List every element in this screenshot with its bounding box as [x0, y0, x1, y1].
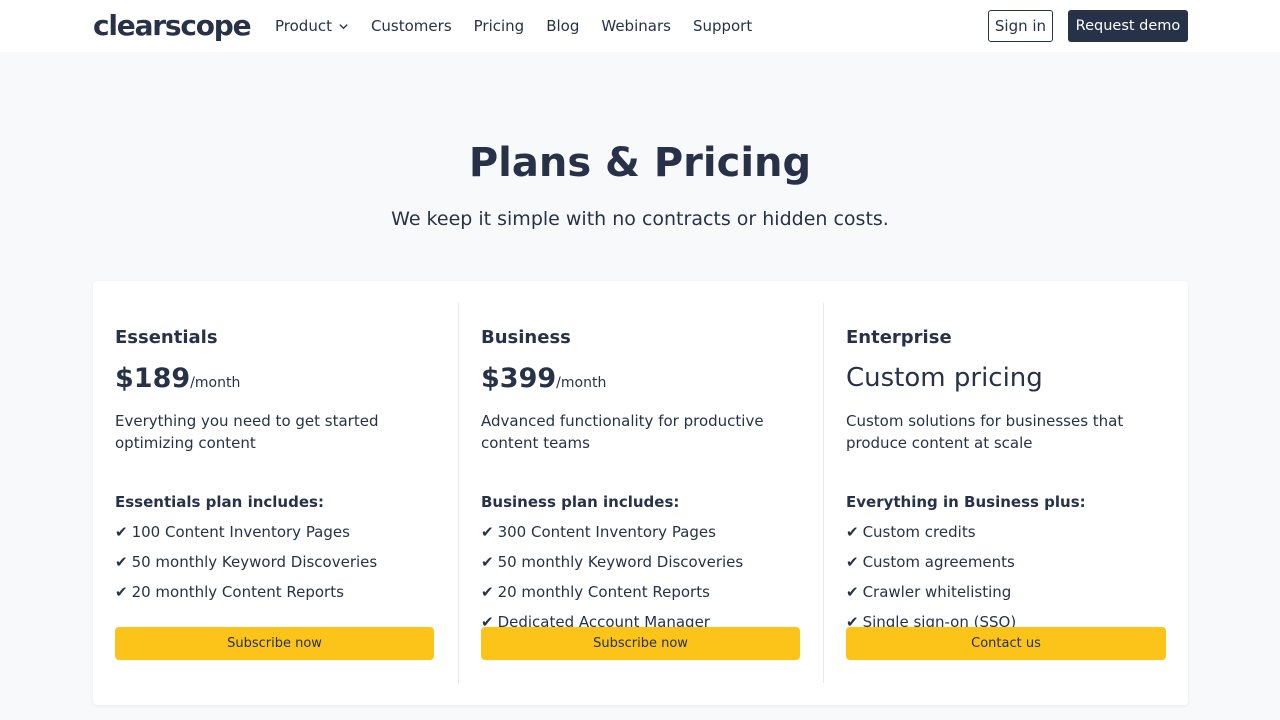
- page-title: Plans & Pricing: [468, 140, 812, 186]
- feature-text: Crawler whitelisting: [862, 583, 1012, 601]
- top-navigation-bar: clearscope Product Customers Pricing Blo…: [0, 0, 1280, 52]
- feature-item: ✔ 50 monthly Keyword Discoveries: [115, 551, 377, 581]
- plan-price: $399/month: [481, 363, 606, 394]
- feature-list: ✔ 100 Content Inventory Pages ✔ 50 monthly…: [115, 521, 377, 611]
- request-demo-button[interactable]: Request demo: [1068, 10, 1188, 42]
- feature-item: ✔ Custom credits: [846, 521, 1016, 551]
- nav-product-label: Product: [275, 17, 332, 35]
- feature-item: ✔ 50 monthly Keyword Discoveries: [481, 551, 743, 581]
- plan-includes-heading: Everything in Business plus:: [846, 493, 1086, 511]
- plan-business: Business $399/month Advanced functionali…: [458, 303, 823, 683]
- feature-item: ✔ Crawler whitelisting: [846, 581, 1016, 611]
- nav-webinars[interactable]: Webinars: [601, 17, 671, 35]
- pricing-plans-card: Essentials $189/month Everything you nee…: [93, 281, 1188, 705]
- check-icon: ✔: [846, 583, 859, 601]
- plan-price: Custom pricing: [846, 363, 1043, 393]
- feature-item: ✔ 20 monthly Content Reports: [115, 581, 377, 611]
- check-icon: ✔: [115, 553, 128, 571]
- nav-pricing[interactable]: Pricing: [474, 17, 525, 35]
- check-icon: ✔: [115, 583, 128, 601]
- feature-item: ✔ Custom agreements: [846, 551, 1016, 581]
- nav-support[interactable]: Support: [693, 17, 752, 35]
- feature-text: 50 monthly Keyword Discoveries: [497, 553, 744, 571]
- check-icon: ✔: [846, 523, 859, 541]
- feature-item: ✔ 300 Content Inventory Pages: [481, 521, 743, 551]
- feature-text: Custom agreements: [862, 553, 1015, 571]
- page-subtitle: We keep it simple with no contracts or h…: [391, 208, 889, 230]
- price-amount: $399: [481, 363, 557, 394]
- check-icon: ✔: [481, 583, 494, 601]
- subscribe-essentials-button[interactable]: Subscribe now: [115, 627, 434, 660]
- plan-description: Custom solutions for businesses that pro…: [846, 412, 1124, 452]
- nav-customers[interactable]: Customers: [371, 17, 452, 35]
- feature-text: 20 monthly Content Reports: [497, 583, 710, 601]
- price-period: /month: [556, 375, 607, 391]
- feature-text: 50 monthly Keyword Discoveries: [131, 553, 378, 571]
- feature-text: Custom credits: [862, 523, 976, 541]
- feature-text: 300 Content Inventory Pages: [497, 523, 716, 541]
- feature-text: 100 Content Inventory Pages: [131, 523, 350, 541]
- feature-item: ✔ 100 Content Inventory Pages: [115, 521, 377, 551]
- sign-in-button[interactable]: Sign in: [988, 10, 1053, 42]
- plan-name: Business: [481, 327, 571, 348]
- subscribe-business-button[interactable]: Subscribe now: [481, 627, 800, 660]
- chevron-down-icon: [339, 23, 348, 29]
- plan-includes-heading: Essentials plan includes:: [115, 493, 324, 511]
- price-custom: Custom pricing: [846, 363, 1043, 393]
- check-icon: ✔: [481, 523, 494, 541]
- plan-enterprise: Enterprise Custom pricing Custom solutio…: [823, 303, 1188, 683]
- nav-product[interactable]: Product: [275, 17, 349, 35]
- feature-text: 20 monthly Content Reports: [131, 583, 344, 601]
- plan-name: Enterprise: [846, 327, 952, 348]
- price-amount: $189: [115, 363, 191, 394]
- plan-price: $189/month: [115, 363, 240, 394]
- plan-description: Everything you need to get started optim…: [115, 412, 379, 452]
- feature-list: ✔ 300 Content Inventory Pages ✔ 50 monthly…: [481, 521, 743, 641]
- check-icon: ✔: [115, 523, 128, 541]
- check-icon: ✔: [846, 553, 859, 571]
- check-icon: ✔: [481, 553, 494, 571]
- price-period: /month: [190, 375, 241, 391]
- plan-name: Essentials: [115, 327, 218, 348]
- plan-includes-heading: Business plan includes:: [481, 493, 680, 511]
- feature-item: ✔ 20 monthly Content Reports: [481, 581, 743, 611]
- plan-essentials: Essentials $189/month Everything you nee…: [93, 303, 458, 683]
- contact-us-button[interactable]: Contact us: [846, 627, 1166, 660]
- main-nav: Product Customers Pricing Blog Webinars …: [275, 17, 774, 35]
- plan-description: Advanced functionality for productive co…: [481, 412, 764, 452]
- feature-list: ✔ Custom credits ✔ Custom agreements ✔ Craw…: [846, 521, 1016, 641]
- nav-blog[interactable]: Blog: [546, 17, 579, 35]
- clearscope-logo[interactable]: clearscope: [93, 9, 252, 42]
